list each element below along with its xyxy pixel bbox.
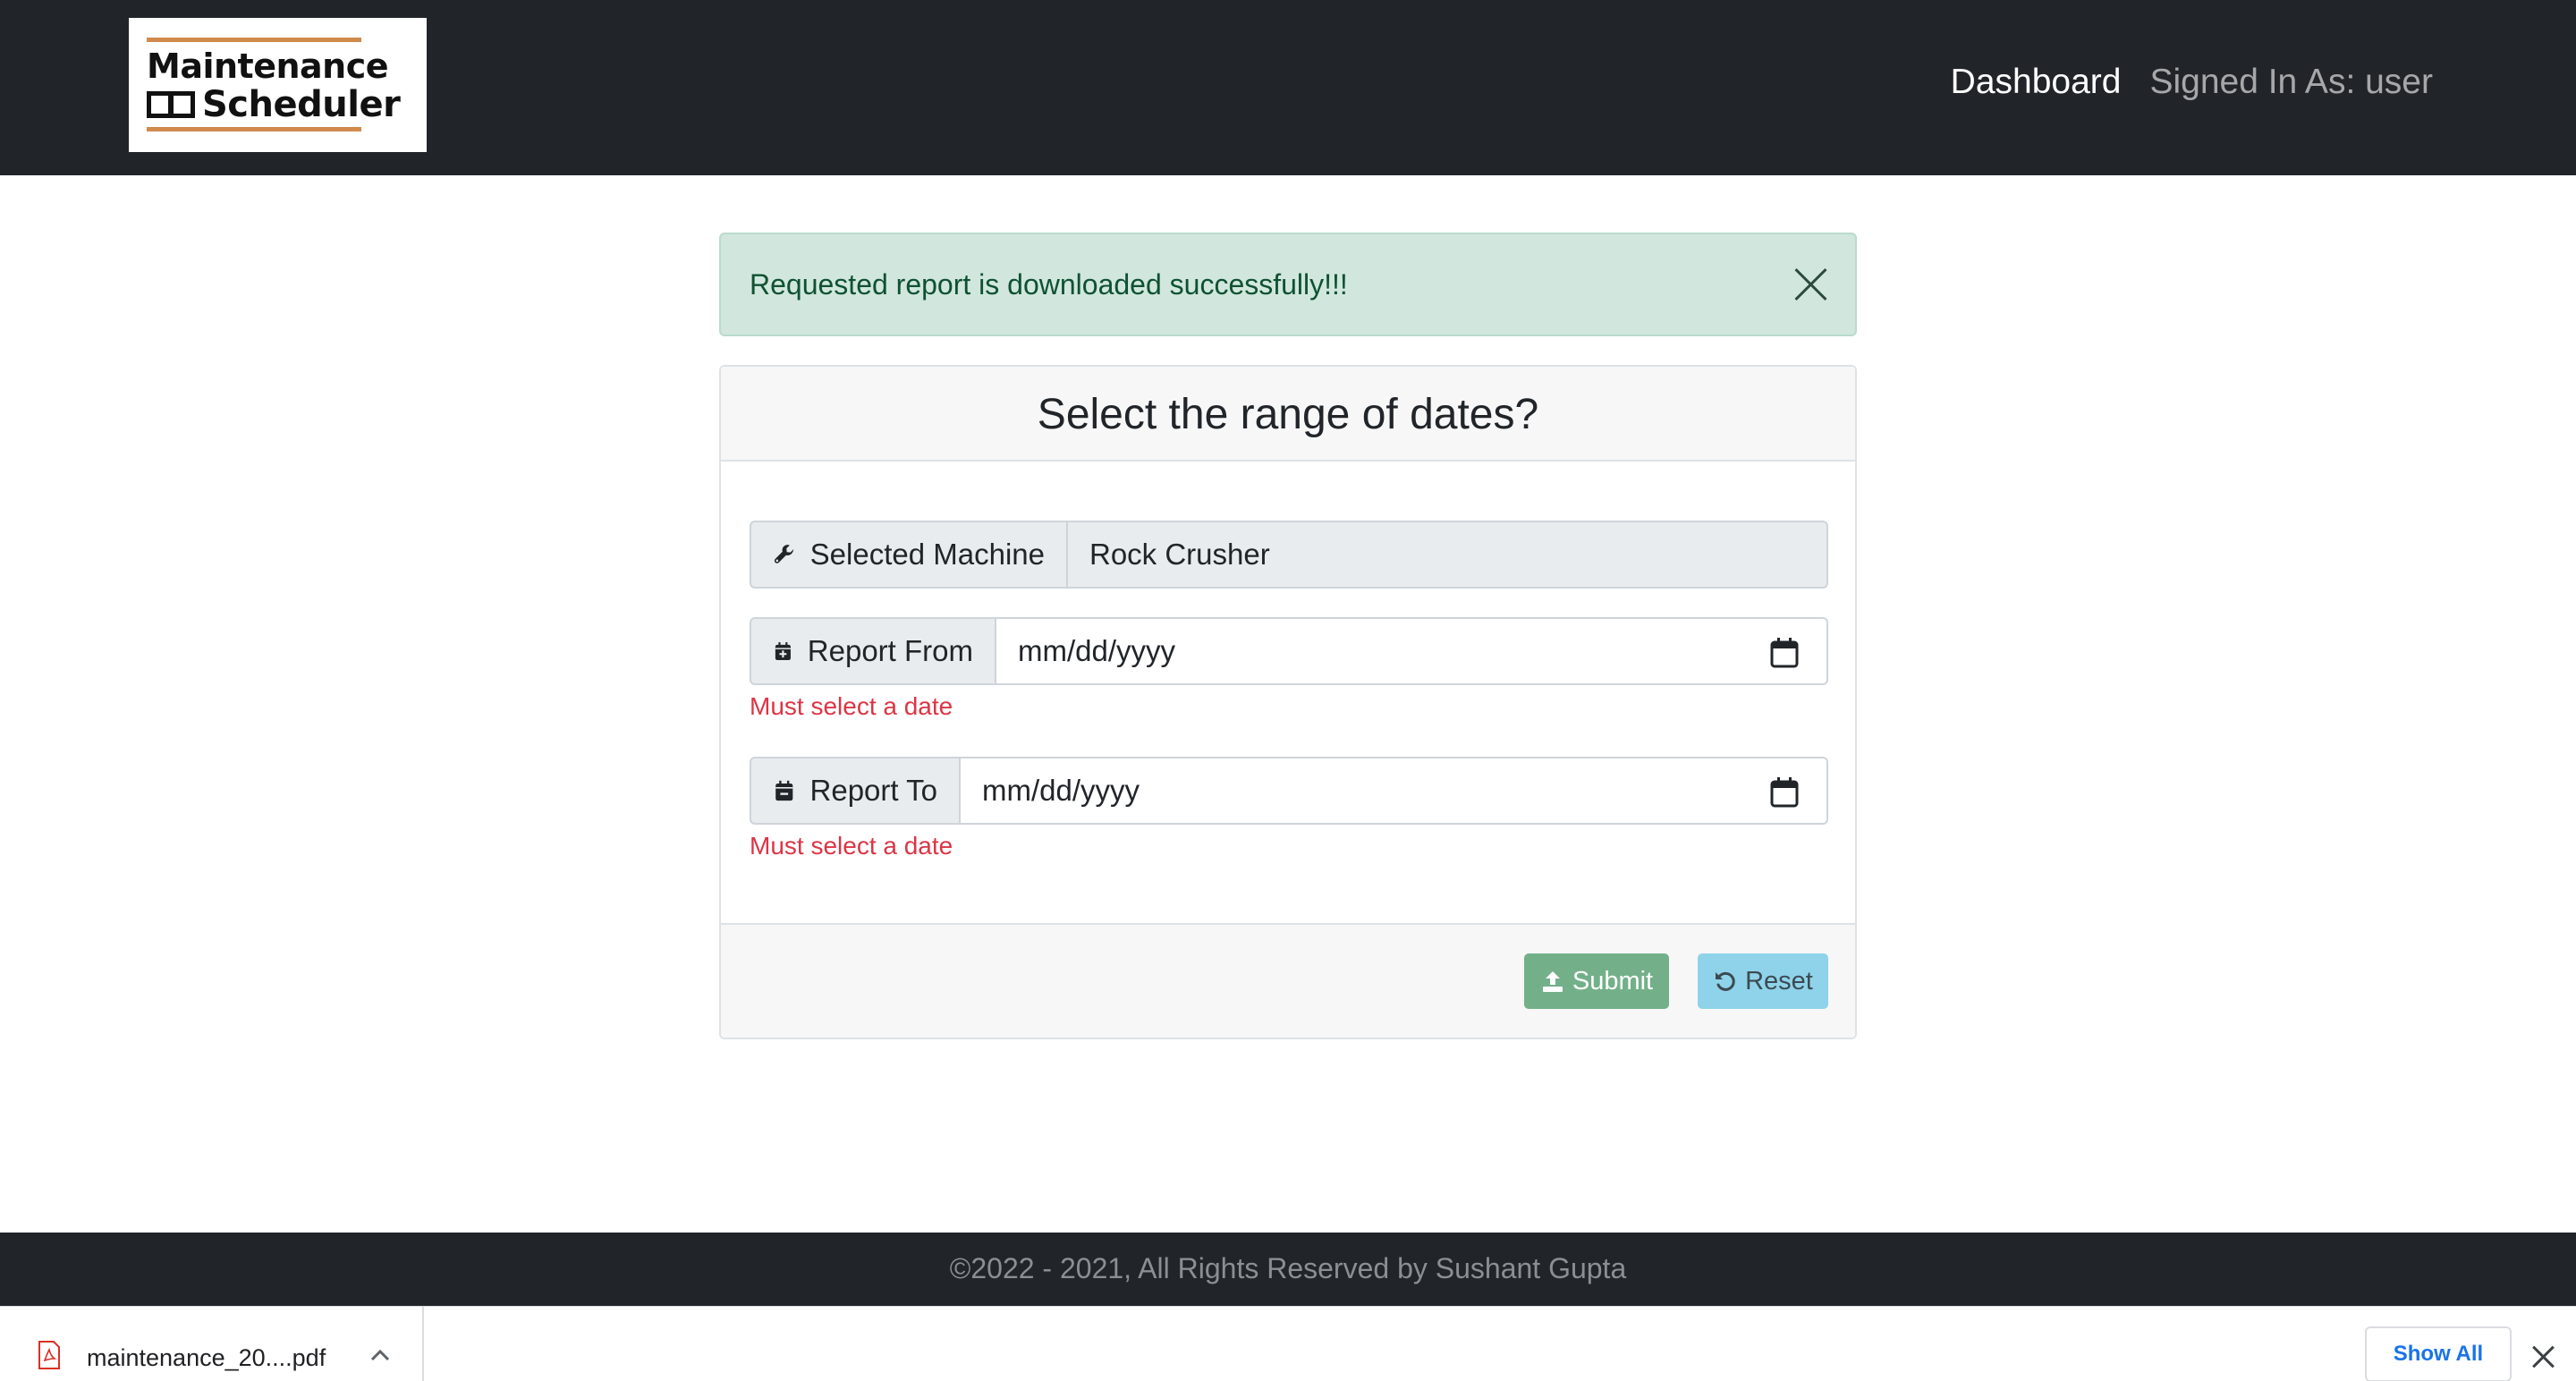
machine-input-group: Selected Machine Rock Crusher <box>750 521 1828 589</box>
upload-icon <box>1542 971 1563 992</box>
report-to-date-input[interactable]: mm/dd/yyyy <box>961 757 1828 825</box>
report-form-card: Select the range of dates? Selected Mach… <box>719 365 1857 1039</box>
logo-line-1: Maintenance <box>147 47 389 86</box>
logo-line-2-text: Scheduler <box>202 84 401 125</box>
close-icon[interactable] <box>2531 1344 2556 1369</box>
report-from-label-text: Report From <box>807 634 973 667</box>
machine-value-field: Rock Crusher <box>1068 521 1828 589</box>
machine-label: Selected Machine <box>750 521 1068 589</box>
navbar: Maintenance Scheduler Dashboard Signed I… <box>0 0 2576 175</box>
nav-dashboard-link[interactable]: Dashboard <box>1951 63 2122 102</box>
alert-message: Requested report is downloaded successfu… <box>750 268 1348 301</box>
report-from-input-group: Report From mm/dd/yyyy <box>750 617 1828 685</box>
calendar-icon[interactable] <box>1769 776 1800 809</box>
submit-button-label: Submit <box>1572 966 1654 996</box>
card-header: Select the range of dates? <box>721 367 1855 462</box>
close-icon[interactable] <box>1792 267 1828 302</box>
logo-accent-bar-bottom <box>147 127 361 131</box>
download-file-name: maintenance_20....pdf <box>87 1344 326 1371</box>
success-alert: Requested report is downloaded successfu… <box>719 233 1857 336</box>
report-to-placeholder: mm/dd/yyyy <box>982 774 1140 807</box>
report-to-label-text: Report To <box>809 774 937 807</box>
report-to-input-group: Report To mm/dd/yyyy <box>750 757 1828 825</box>
wrench-icon <box>774 545 794 563</box>
report-from-placeholder: mm/dd/yyyy <box>1018 634 1176 667</box>
show-all-button[interactable]: Show All <box>2365 1326 2512 1381</box>
submit-button[interactable]: Submit <box>1524 953 1669 1009</box>
card-title: Select the range of dates? <box>1037 391 1539 438</box>
report-from-label: Report From <box>750 617 996 685</box>
download-item[interactable]: maintenance_20....pdf <box>0 1307 424 1381</box>
report-from-date-input[interactable]: mm/dd/yyyy <box>996 617 1828 685</box>
book-icon <box>147 91 195 118</box>
card-footer: Submit Reset <box>721 923 1855 1038</box>
nav-links: Dashboard Signed In As: user <box>1951 63 2433 102</box>
machine-label-text: Selected Machine <box>809 538 1045 571</box>
undo-icon <box>1716 971 1735 991</box>
reset-button[interactable]: Reset <box>1698 953 1828 1009</box>
logo-accent-bar-top <box>147 38 361 42</box>
report-to-error: Must select a date <box>750 832 953 860</box>
pdf-icon <box>38 1341 60 1369</box>
reset-button-label: Reset <box>1745 966 1813 996</box>
chevron-up-icon[interactable] <box>369 1346 392 1364</box>
calendar-icon[interactable] <box>1769 637 1800 669</box>
report-from-error: Must select a date <box>750 692 953 720</box>
page-footer: ©2022 - 2021, All Rights Reserved by Sus… <box>0 1233 2576 1306</box>
logo-line-2: Scheduler <box>147 84 401 125</box>
calendar-plus-icon <box>775 642 791 660</box>
signed-in-user: Signed In As: user <box>2149 63 2433 101</box>
download-bar: maintenance_20....pdf Show All <box>0 1306 2576 1381</box>
calendar-minus-icon <box>775 780 793 801</box>
copyright-text: ©2022 - 2021, All Rights Reserved by Sus… <box>949 1252 1627 1284</box>
report-to-label: Report To <box>750 757 961 825</box>
app-logo[interactable]: Maintenance Scheduler <box>129 18 427 152</box>
